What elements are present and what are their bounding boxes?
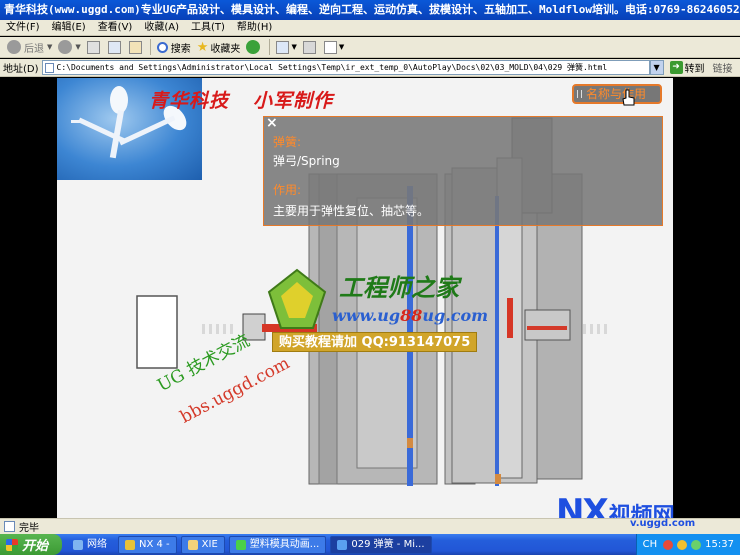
taskbar-item-label: NX 4 -: [139, 538, 170, 550]
search-icon: [156, 41, 168, 53]
forward-arrow-icon: [58, 40, 73, 54]
taskbar-item-animation[interactable]: 塑料模具动画...: [228, 535, 327, 554]
start-button[interactable]: 开始: [0, 534, 62, 555]
part-name-heading: 弹簧:: [273, 135, 302, 149]
page-icon: [44, 63, 54, 73]
taskbar-item-label: XIE: [201, 538, 218, 550]
watermark-buy-banner: 购买教程请加 QQ:913147075: [272, 332, 478, 352]
windows-logo-icon: [6, 538, 18, 551]
go-arrow-icon: ➜: [669, 61, 683, 74]
home-icon: [128, 40, 142, 54]
status-text: 完毕: [19, 523, 39, 534]
watermark-site-a: www.ug: [332, 306, 401, 325]
ie-icon: [337, 539, 348, 550]
clock[interactable]: 15:37: [705, 539, 734, 550]
brand-heading: 青华科技 小军制作: [149, 86, 333, 113]
menu-file[interactable]: 文件(F): [0, 20, 46, 36]
system-tray: CH 15:37: [635, 534, 740, 555]
hand-cursor-icon: [622, 89, 635, 106]
part-name-value: 弹弓/Spring: [273, 154, 340, 168]
address-input[interactable]: C:\Documents and Settings\Administrator\…: [41, 60, 650, 75]
edit-button[interactable]: ▼: [321, 38, 347, 57]
taskbar-item-network[interactable]: 网络: [66, 536, 114, 554]
taskbar-item-browser[interactable]: 029 弹簧 - Mi...: [330, 535, 432, 554]
nx-logo-url: v.uggd.com: [630, 518, 696, 529]
stop-icon: [86, 40, 100, 54]
watermark-site-b: 88: [400, 306, 423, 325]
taskbar-item-label: 塑料模具动画...: [249, 538, 320, 550]
taskbar-item-label: 网络: [87, 538, 107, 550]
favorites-label: 收藏夹: [210, 43, 241, 55]
taskbar-item-folder[interactable]: XIE: [180, 535, 225, 554]
status-bar: 完毕: [0, 518, 740, 534]
menu-edit[interactable]: 编辑(E): [46, 20, 92, 36]
watermark-site-c: ug.com: [422, 306, 489, 325]
go-button[interactable]: ➜ 转到: [669, 60, 705, 75]
content-area: 青华科技 小军制作 名称与作用 × 弹簧: 弹弓/Spring 作用: 主要用于弹…: [0, 78, 740, 518]
refresh-button[interactable]: [105, 38, 126, 57]
close-icon[interactable]: ×: [266, 115, 278, 131]
search-button[interactable]: 搜索: [154, 38, 194, 57]
mail-button[interactable]: ▼: [273, 38, 299, 57]
favorites-button[interactable]: ★ 收藏夹: [194, 38, 244, 57]
folder-icon: [187, 539, 198, 550]
forward-button[interactable]: ▼: [55, 38, 83, 57]
media-button[interactable]: [243, 38, 266, 57]
brand-company: 青华科技: [149, 90, 230, 112]
back-arrow-icon: [7, 40, 21, 54]
input-language[interactable]: CH: [643, 539, 658, 550]
print-icon: [302, 40, 316, 54]
print-button[interactable]: [300, 38, 321, 57]
flash-stage: 青华科技 小军制作 名称与作用 × 弹簧: 弹弓/Spring 作用: 主要用于弹…: [57, 78, 673, 518]
toolbar: 后退 ▼ ▼ 搜索 ★ 收藏夹 ▼ ▼: [0, 37, 740, 58]
page-done-icon: [4, 521, 15, 532]
start-label: 开始: [22, 539, 49, 554]
menu-favorites[interactable]: 收藏(A): [138, 20, 185, 36]
network-icon: [73, 539, 83, 550]
toolbar-divider: [149, 39, 151, 55]
mail-icon: [276, 40, 290, 54]
stop-button[interactable]: [84, 38, 105, 57]
search-label: 搜索: [170, 43, 191, 55]
nx-app-icon: [125, 539, 135, 550]
tray-icon[interactable]: [691, 539, 702, 550]
address-dropdown-button[interactable]: ▼: [649, 60, 664, 75]
grip-icon: [577, 90, 582, 98]
taskbar-item-nx[interactable]: NX 4 -: [118, 535, 177, 554]
links-button[interactable]: 链接: [713, 60, 733, 75]
back-button[interactable]: 后退 ▼: [4, 38, 55, 57]
go-label: 转到: [684, 64, 705, 75]
home-button[interactable]: [126, 38, 147, 57]
media-icon: [246, 40, 261, 54]
watermark-logo-icon: [267, 268, 327, 329]
menu-help[interactable]: 帮助(H): [231, 20, 278, 36]
address-bar: 地址(D) C:\Documents and Settings\Administ…: [0, 59, 740, 77]
watermark-title: 工程师之家: [339, 273, 459, 302]
tray-icon[interactable]: [677, 539, 688, 550]
taskbar-item-label: 029 弹簧 - Mi...: [351, 538, 425, 550]
edit-icon: [323, 40, 337, 54]
back-label: 后退: [24, 43, 44, 55]
address-label: 地址(D): [3, 64, 39, 75]
menu-view[interactable]: 查看(V): [92, 20, 139, 36]
flash-app-icon: [235, 539, 246, 550]
part-function-heading: 作用:: [273, 183, 302, 197]
menu-tools[interactable]: 工具(T): [185, 20, 231, 36]
info-popup: × 弹簧: 弹弓/Spring 作用: 主要用于弹性复位、抽芯等。: [263, 115, 663, 226]
menu-bar: 文件(F) 编辑(E) 查看(V) 收藏(A) 工具(T) 帮助(H): [0, 20, 740, 36]
name-function-button[interactable]: 名称与作用: [572, 84, 662, 106]
watermark-site: www.ug88ug.com: [332, 306, 488, 325]
window-title: 青华科技(www.uggd.com)专业UG产品设计、模具设计、编程、逆向工程、…: [0, 0, 740, 20]
toolbar-divider: [269, 39, 271, 55]
star-icon: ★: [196, 39, 209, 55]
tray-icon[interactable]: [663, 539, 674, 550]
taskbar: 开始 网络 NX 4 - XIE 塑料模具动画... 029 弹簧 - Mi..…: [0, 534, 740, 555]
part-function-value: 主要用于弹性复位、抽芯等。: [273, 204, 430, 218]
name-function-label: 名称与作用: [586, 87, 647, 101]
refresh-icon: [107, 40, 121, 54]
brand-author: 小军制作: [253, 90, 334, 112]
address-value: C:\Documents and Settings\Administrator\…: [56, 63, 608, 72]
